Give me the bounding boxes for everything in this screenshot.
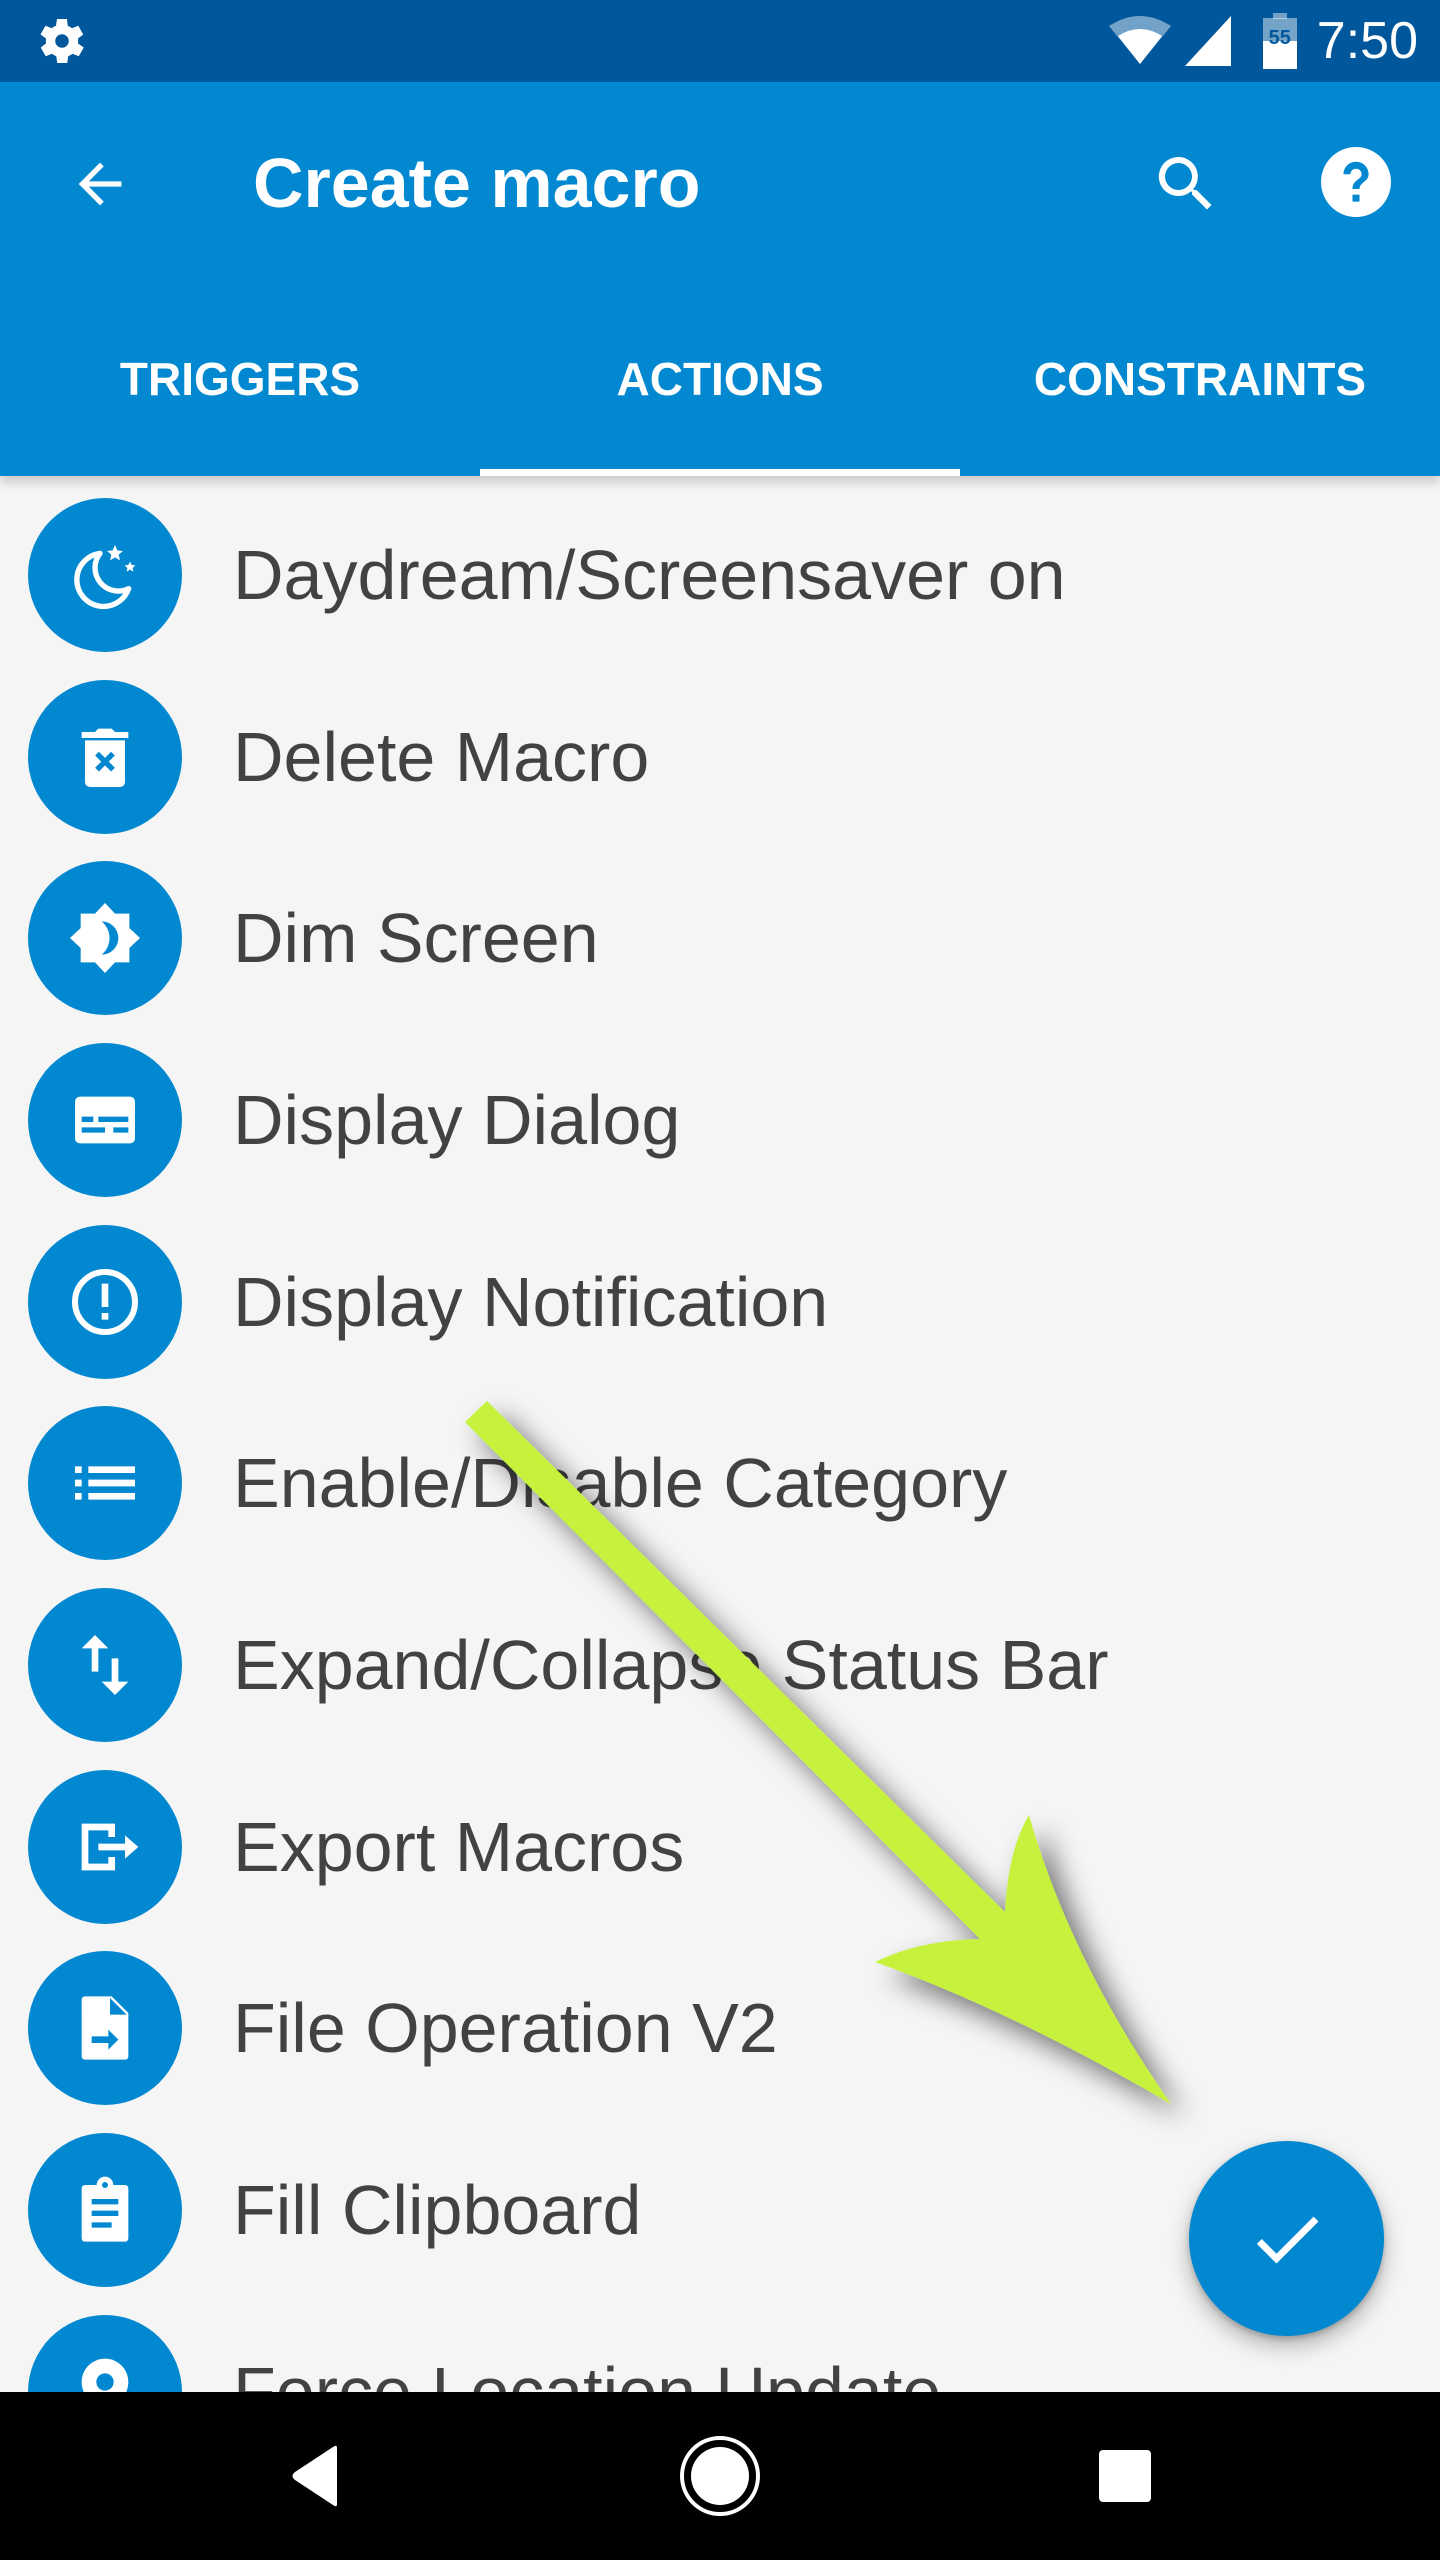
- list-item-icon-badge: [28, 1770, 182, 1924]
- cellular-signal-icon: [1184, 16, 1231, 66]
- list-item-icon-badge: [28, 1951, 182, 2105]
- search-button[interactable]: [1140, 138, 1232, 230]
- search-icon: [1158, 157, 1212, 210]
- list-item-label: Delete Macro: [233, 718, 650, 796]
- list-item-icon-badge: [28, 861, 182, 1015]
- list-item-icon-badge: [28, 2133, 182, 2287]
- moon-stars-icon: [74, 545, 136, 610]
- battery-level: 55: [1268, 27, 1291, 49]
- wifi-icon: [1108, 16, 1171, 64]
- list-item-label: Export Macros: [233, 1808, 685, 1886]
- list-item-icon-badge: [28, 498, 182, 652]
- alert-circle-icon: [72, 1269, 138, 1335]
- nav-back-button[interactable]: [245, 2416, 385, 2536]
- action-list[interactable]: Daydream/Screensaver on Delete Macro Dim…: [0, 476, 1440, 2392]
- list-item-label: Force Location Update: [233, 2353, 942, 2392]
- list-item-icon-badge: [28, 680, 182, 834]
- clipboard-text-icon: [81, 2176, 129, 2242]
- location-pin-icon: [81, 2358, 129, 2392]
- clock: 7:50: [1316, 12, 1418, 70]
- check-icon: [1256, 2216, 1318, 2263]
- list-item-expand-collapse-status-bar[interactable]: Expand/Collapse Status Bar: [0, 1574, 1440, 1756]
- list-item-icon-badge: [28, 1588, 182, 1742]
- tab-label: CONSTRAINTS: [1033, 353, 1367, 405]
- system-navigation-bar: [0, 2392, 1440, 2560]
- tab-label: ACTIONS: [616, 353, 824, 405]
- list-item-enable-disable-category[interactable]: Enable/Disable Category: [0, 1392, 1440, 1574]
- list-item-export-macros[interactable]: Export Macros: [0, 1756, 1440, 1938]
- list-item-label: Expand/Collapse Status Bar: [233, 1626, 1109, 1704]
- file-move-icon: [81, 1996, 129, 2060]
- list-icon: [75, 1466, 135, 1500]
- list-item-label: Enable/Disable Category: [233, 1444, 1008, 1522]
- status-icons: 55 7:50: [1107, 0, 1418, 82]
- app-bar: Create macro: [0, 82, 1440, 300]
- nav-recents-button[interactable]: [1055, 2416, 1195, 2536]
- list-item-label: File Operation V2: [233, 1989, 778, 2067]
- back-button[interactable]: [58, 142, 142, 226]
- tab-triggers[interactable]: TRIGGERS: [0, 300, 480, 476]
- list-item-delete-macro[interactable]: Delete Macro: [0, 666, 1440, 848]
- list-item-label: Display Dialog: [233, 1081, 681, 1159]
- nav-home-button[interactable]: [650, 2416, 790, 2536]
- list-item-display-notification[interactable]: Display Notification: [0, 1211, 1440, 1393]
- list-item-icon-badge: [28, 1225, 182, 1379]
- gear-icon: [40, 19, 84, 64]
- dialog-box-icon: [75, 1096, 135, 1144]
- export-icon: [81, 1823, 139, 1871]
- tab-bar: TRIGGERS ACTIONS CONSTRAINTS: [0, 300, 1440, 476]
- list-item-label: Fill Clipboard: [233, 2171, 642, 2249]
- arrow-back-icon: [78, 162, 122, 206]
- tab-constraints[interactable]: CONSTRAINTS: [960, 300, 1440, 476]
- list-item-daydream[interactable]: Daydream/Screensaver on: [0, 484, 1440, 666]
- list-item-icon-badge: [28, 2315, 182, 2392]
- battery-icon: 55: [1262, 13, 1297, 69]
- list-item-icon-badge: [28, 1043, 182, 1197]
- status-bar: 55 7:50: [0, 0, 1440, 82]
- list-item-icon-badge: [28, 1406, 182, 1560]
- done-fab-button[interactable]: [1189, 2141, 1384, 2336]
- list-item-label: Dim Screen: [233, 899, 599, 977]
- page-title: Create macro: [253, 144, 701, 222]
- list-item-label: Display Notification: [233, 1263, 829, 1341]
- tab-label: TRIGGERS: [119, 353, 361, 405]
- list-item-display-dialog[interactable]: Display Dialog: [0, 1029, 1440, 1211]
- nav-back-icon: [292, 2445, 337, 2507]
- help-circle-icon: [1321, 147, 1391, 217]
- list-item-file-operation[interactable]: File Operation V2: [0, 1937, 1440, 2119]
- list-item-dim-screen[interactable]: Dim Screen: [0, 847, 1440, 1029]
- swap-vertical-icon: [81, 1635, 129, 1695]
- nav-recents-icon: [1099, 2450, 1151, 2502]
- delete-forever-icon: [81, 728, 129, 787]
- help-button[interactable]: [1310, 136, 1402, 228]
- brightness-dim-icon: [70, 903, 140, 973]
- tab-actions[interactable]: ACTIONS: [480, 300, 960, 476]
- list-item-force-location-update[interactable]: Force Location Update: [0, 2301, 1440, 2392]
- list-item-label: Daydream/Screensaver on: [233, 536, 1066, 614]
- nav-home-icon: [680, 2436, 760, 2516]
